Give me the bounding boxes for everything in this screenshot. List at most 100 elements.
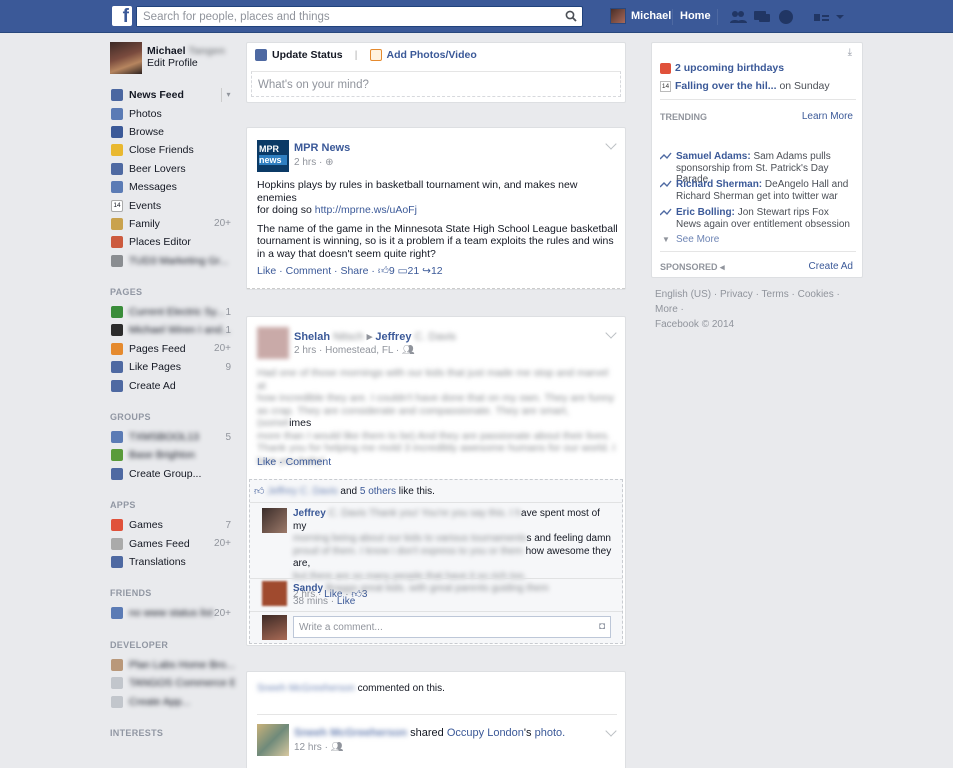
sidebar-item-label: Games Feed: [129, 537, 190, 550]
sidebar-item-count: 9: [225, 361, 231, 373]
sidebar-item-count: 5: [225, 431, 231, 443]
comment-like-button[interactable]: Like: [337, 596, 355, 607]
avatar[interactable]: [257, 724, 289, 756]
sidebar-item-favorites-5[interactable]: Messages: [110, 178, 235, 196]
friends-list: no www status list 20+: [110, 604, 235, 622]
sidebar-item-count: 20+: [214, 218, 231, 230]
like-count-icon[interactable]: 👍︎: [378, 265, 389, 277]
like-button[interactable]: Like: [257, 456, 276, 468]
sidebar-item-favorites-3[interactable]: Close Friends: [110, 141, 235, 159]
mpr-news-logo[interactable]: MPR news: [257, 140, 289, 172]
topbar-divider: [672, 9, 673, 25]
sidebar-item-count: 1: [225, 306, 231, 318]
post-author[interactable]: Shelah Nitsch ▸ Jeffrey C. Davis: [294, 330, 456, 343]
sidebar-item-favorites-9[interactable]: TUD3 Marketing Gr...: [110, 252, 235, 270]
search-input[interactable]: [137, 7, 557, 26]
footer-links[interactable]: English (US) · Privacy · Terms · Cookies…: [655, 287, 865, 317]
sidebar-item-apps-2[interactable]: Translations: [110, 553, 235, 571]
trend-item[interactable]: Richard Sherman: DeAngelo Hall and Richa…: [660, 179, 856, 202]
privacy-shortcuts-icon[interactable]: [812, 9, 830, 25]
home-link[interactable]: Home: [680, 10, 711, 22]
others-like-link[interactable]: 5 others: [360, 486, 396, 497]
avatar[interactable]: [262, 581, 287, 606]
share-count-icon[interactable]: ↪: [422, 265, 431, 277]
avatar[interactable]: [262, 508, 287, 533]
learn-more-link[interactable]: Learn More: [802, 111, 853, 122]
sidebar-item-favorites-4[interactable]: Beer Lovers: [110, 160, 235, 178]
update-status-tab[interactable]: Update Status: [255, 49, 343, 61]
pages-list: Current Electric Sy... 1 Michael Wiren I a…: [110, 303, 235, 395]
sidebar-item-apps-1[interactable]: Games Feed 20+: [110, 534, 235, 552]
birthdays-reminder[interactable]: 2 upcoming birthdays: [660, 62, 784, 74]
chart-icon: [111, 379, 123, 392]
profile-name[interactable]: Michael Tangen: [147, 45, 225, 57]
sidebar-item-favorites-6[interactable]: 14 Events: [110, 196, 235, 214]
messages-icon[interactable]: [753, 9, 771, 25]
sidebar-item-label: no www status list: [129, 607, 214, 620]
sidebar-item-developer-1[interactable]: TANGOS Commerce Ev...: [110, 674, 235, 692]
add-photos-tab[interactable]: Add Photos/Video: [369, 49, 477, 61]
photo-link[interactable]: photo.: [535, 727, 566, 739]
sidebar-item-pages-3[interactable]: Like Pages 9: [110, 358, 235, 376]
comment-button[interactable]: Comment: [286, 265, 332, 277]
sidebar-item-friends-0[interactable]: no www status list 20+: [110, 604, 235, 622]
camera-icon[interactable]: ◘: [599, 621, 605, 632]
sidebar-item-label: Pages Feed: [129, 342, 186, 355]
chevron-down-icon[interactable]: [834, 9, 846, 25]
status-input[interactable]: What's on your mind?: [251, 71, 621, 97]
sidebar-item-groups-0[interactable]: TXMSBOOL13 5: [110, 428, 235, 446]
shared-from-link[interactable]: Occupy London: [447, 727, 524, 739]
facebook-logo-icon[interactable]: f: [112, 6, 132, 26]
post-link[interactable]: http://mprne.ws/uAoFj: [315, 204, 417, 216]
post-time[interactable]: 12 hrs · 👥︎: [294, 742, 343, 753]
post-options-chevron-icon[interactable]: [605, 138, 617, 150]
edit-chevron-icon[interactable]: ▾: [221, 88, 235, 102]
sidebar-item-groups-1[interactable]: Base Brighton: [110, 446, 235, 464]
create-ad-link[interactable]: Create Ad: [809, 261, 853, 272]
topbar-avatar[interactable]: [610, 8, 626, 24]
sidebar-item-pages-0[interactable]: Current Electric Sy... 1: [110, 303, 235, 321]
avatar[interactable]: [110, 42, 142, 74]
avatar[interactable]: [257, 327, 289, 359]
sidebar-item-favorites-8[interactable]: Places Editor: [110, 233, 235, 251]
sidebar-item-apps-0[interactable]: Games 7: [110, 516, 235, 534]
sidebar-item-label: Messages: [129, 181, 177, 194]
notifications-globe-icon[interactable]: [777, 9, 795, 25]
sidebar-item-developer-2[interactable]: Create App...: [110, 692, 235, 710]
sidebar-item-pages-1[interactable]: Michael Wiren I and... 1: [110, 321, 235, 339]
share-count[interactable]: 12: [431, 265, 443, 277]
sidebar-item-favorites-0[interactable]: News Feed ▾: [110, 86, 235, 104]
like-count[interactable]: 9: [389, 265, 395, 277]
sidebar-item-pages-2[interactable]: Pages Feed 20+: [110, 340, 235, 358]
trend-item[interactable]: Eric Bolling: Jon Stewart rips Fox News …: [660, 207, 856, 230]
see-more-link[interactable]: ▼ See More: [660, 234, 856, 246]
sidebar-item-pages-4[interactable]: Create Ad: [110, 376, 235, 394]
sidebar-item-favorites-1[interactable]: Photos: [110, 104, 235, 122]
write-comment-input[interactable]: Write a comment... ◘: [293, 616, 611, 638]
edit-profile-link[interactable]: Edit Profile: [147, 57, 198, 69]
comment-count[interactable]: 21: [408, 265, 420, 277]
share-button[interactable]: Share: [340, 265, 368, 277]
search-box[interactable]: [136, 6, 583, 27]
post-author[interactable]: MPR News: [294, 142, 350, 154]
profile-shortcut[interactable]: Michael Tangen Edit Profile: [110, 42, 235, 76]
post-options-chevron-icon[interactable]: [605, 327, 617, 339]
like-button[interactable]: Like: [257, 265, 276, 277]
sidebar-item-developer-0[interactable]: Plan Labs Home Bro...: [110, 656, 235, 674]
download-icon[interactable]: ⤓: [848, 47, 852, 58]
post-options-chevron-icon[interactable]: [605, 725, 617, 737]
sidebar-item-label: News Feed: [129, 89, 184, 102]
sidebar-item-groups-2[interactable]: Create Group...: [110, 465, 235, 483]
avatar[interactable]: [262, 615, 287, 640]
comment-button[interactable]: Comment: [286, 456, 332, 468]
post-time[interactable]: 2 hrs · ⊕: [294, 157, 334, 168]
post-meta[interactable]: 2 hrs · Homestead, FL · 👥︎: [294, 345, 415, 356]
sidebar-item-favorites-7[interactable]: Family 20+: [110, 215, 235, 233]
comment-count-icon[interactable]: ▭: [398, 265, 408, 277]
topbar-user-name[interactable]: Michael: [631, 10, 671, 22]
trending-title: TRENDING: [660, 112, 707, 122]
sidebar-item-favorites-2[interactable]: Browse: [110, 123, 235, 141]
event-reminder[interactable]: 14 Falling over the hil... on Sunday: [660, 80, 830, 92]
friend-requests-icon[interactable]: [729, 9, 747, 25]
search-icon[interactable]: [565, 10, 577, 22]
